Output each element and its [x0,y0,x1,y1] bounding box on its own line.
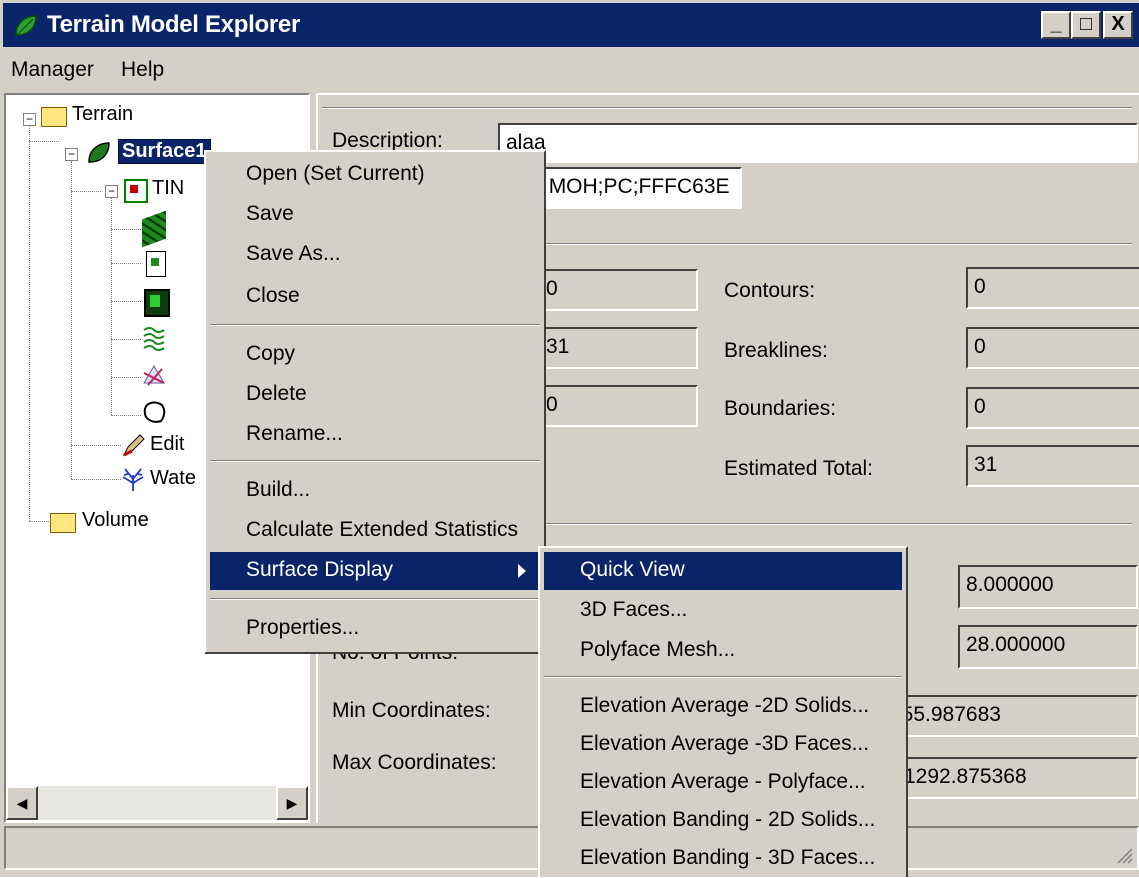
submenu-item-3d-faces[interactable]: 3D Faces... [540,592,906,630]
boundaries-label: Boundaries: [724,397,837,420]
minimize-button[interactable]: _ [1041,11,1071,39]
breaklines-label: Breaklines: [724,339,828,362]
max-coordinates-label: Max Coordinates: [332,751,497,774]
scroll-left-button[interactable]: ◀ [6,786,38,820]
menu-bar: Manager Help [3,50,1139,90]
menu-item-build[interactable]: Build... [206,472,544,510]
submenu-item-elev-band-2d-solids[interactable]: Elevation Banding - 2D Solids... [540,802,906,840]
water-icon [122,468,144,491]
contours-icon [143,327,165,351]
menu-item-save[interactable]: Save [206,196,544,234]
menu-item-calculate-statistics[interactable]: Calculate Extended Statistics [206,512,544,550]
submenu-item-elev-band-3d-faces[interactable]: Elevation Banding - 3D Faces... [540,840,906,878]
triangles-count-field: 31 [538,327,698,369]
breaklines-field: 0 [966,327,1139,369]
menu-item-open[interactable]: Open (Set Current) [206,156,544,194]
estimated-total-field: 31 [966,445,1139,487]
elevation-min-field: 8.000000 [958,565,1138,609]
tin-icon [124,179,148,203]
tree-item-terrain[interactable]: Terrain [72,103,133,126]
contours-label: Contours: [724,279,816,302]
boundaries-icon [143,401,166,423]
menu-manager[interactable]: Manager [11,58,94,82]
menu-item-surface-display[interactable]: Surface Display [210,552,540,590]
menu-item-close[interactable]: Close [206,278,544,316]
submenu-item-quick-view[interactable]: Quick View [544,552,902,590]
window-title: Terrain Model Explorer [47,11,301,38]
submenu-item-elev-avg-3d-faces[interactable]: Elevation Average -3D Faces... [540,726,906,764]
surface-display-submenu: Quick View 3D Faces... Polyface Mesh... … [538,546,908,877]
folder-icon [50,513,76,533]
boundaries-field: 0 [966,387,1139,429]
menu-item-delete[interactable]: Delete [206,376,544,414]
tree-item-water[interactable]: Wate [150,467,196,490]
points-icon [142,210,166,248]
collapse-tin-toggle[interactable]: − [105,185,118,198]
app-window: Terrain Model Explorer _ □ X Manager Hel… [0,0,1139,877]
submenu-item-polyface-mesh[interactable]: Polyface Mesh... [540,632,906,670]
breaklines-icon [143,365,165,386]
tree-item-surface[interactable]: Surface1 [118,139,211,164]
contours-field: 0 [966,267,1139,309]
estimated-total-label: Estimated Total: [724,457,874,480]
terrain-leaf-icon [15,15,37,36]
min-coordinates-label: Min Coordinates: [332,699,491,722]
surface-leaf-icon [88,142,110,163]
tree-item-tin[interactable]: TIN [152,177,184,200]
submenu-item-elev-avg-2d-solids[interactable]: Elevation Average -2D Solids... [540,688,906,726]
collapse-terrain-toggle[interactable]: − [23,113,36,126]
maximize-button[interactable]: □ [1071,11,1101,39]
tree-item-volume[interactable]: Volume [82,509,149,532]
title-bar[interactable]: Terrain Model Explorer _ □ X [3,3,1139,47]
menu-help[interactable]: Help [121,58,164,82]
menu-item-copy[interactable]: Copy [206,336,544,374]
dem-icon [144,289,170,317]
elevation-max-field: 28.000000 [958,625,1138,669]
menu-item-save-as[interactable]: Save As... [206,236,544,274]
edit-pencil-icon [122,434,145,457]
points-count-field: 0 [538,269,698,311]
scroll-right-button[interactable]: ▶ [276,786,308,820]
submenu-item-elev-avg-polyface[interactable]: Elevation Average - Polyface... [540,764,906,802]
edges-count-field: 0 [538,385,698,427]
resize-grip-icon[interactable] [1115,846,1133,864]
close-button[interactable]: X [1103,11,1133,39]
menu-item-properties[interactable]: Properties... [206,610,544,648]
file-icon [146,251,166,277]
context-menu: Open (Set Current) Save Save As... Close… [204,150,546,654]
tree-horizontal-scrollbar[interactable]: ◀ ▶ [6,786,308,820]
folder-icon [41,107,67,127]
submenu-arrow-icon [518,564,526,578]
description-field[interactable]: alaa [498,123,1138,163]
collapse-surface-toggle[interactable]: − [65,148,78,161]
tree-item-edit[interactable]: Edit [150,433,184,456]
menu-item-rename[interactable]: Rename... [206,416,544,454]
